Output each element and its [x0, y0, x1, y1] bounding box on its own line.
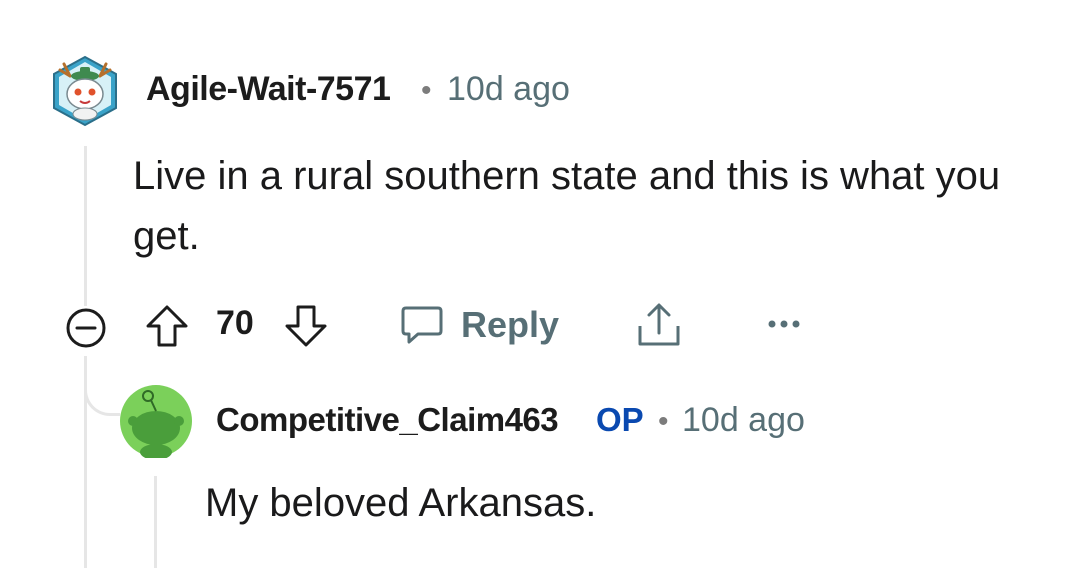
comment-timestamp: 10d ago [447, 70, 570, 108]
arrow-up-outline-icon [143, 305, 191, 354]
upvote-button[interactable] [143, 302, 191, 350]
reply-label[interactable]: Reply [461, 304, 559, 346]
comment-timestamp: 10d ago [682, 401, 805, 439]
comment-author[interactable]: Agile-Wait-7571 [146, 70, 391, 109]
arrow-down-outline-icon [282, 305, 330, 354]
downvote-button[interactable] [282, 302, 330, 350]
more-options-button[interactable] [764, 312, 804, 336]
thread-line-parent[interactable] [84, 146, 87, 306]
meta-separator: • [421, 74, 432, 107]
collapse-thread-button[interactable] [60, 308, 108, 348]
share-button[interactable] [634, 300, 684, 350]
avatar-competitive-claim[interactable] [119, 384, 193, 460]
comment-body: My beloved Arkansas. [205, 481, 597, 525]
comment-body: Live in a rural southern state and this … [133, 154, 1001, 258]
minus-circle-icon [60, 308, 108, 352]
avatar-agile-wait[interactable] [50, 54, 120, 128]
op-badge: OP [596, 401, 644, 438]
meta-separator: • [658, 405, 669, 438]
share-upload-icon [634, 303, 684, 354]
vote-score: 70 [216, 304, 254, 342]
thread-connector [84, 358, 120, 416]
comment-author[interactable]: Competitive_Claim463 [216, 401, 559, 439]
thread-line-child[interactable] [154, 476, 157, 568]
ellipsis-icon [764, 320, 804, 340]
speech-bubble-icon [398, 304, 444, 348]
